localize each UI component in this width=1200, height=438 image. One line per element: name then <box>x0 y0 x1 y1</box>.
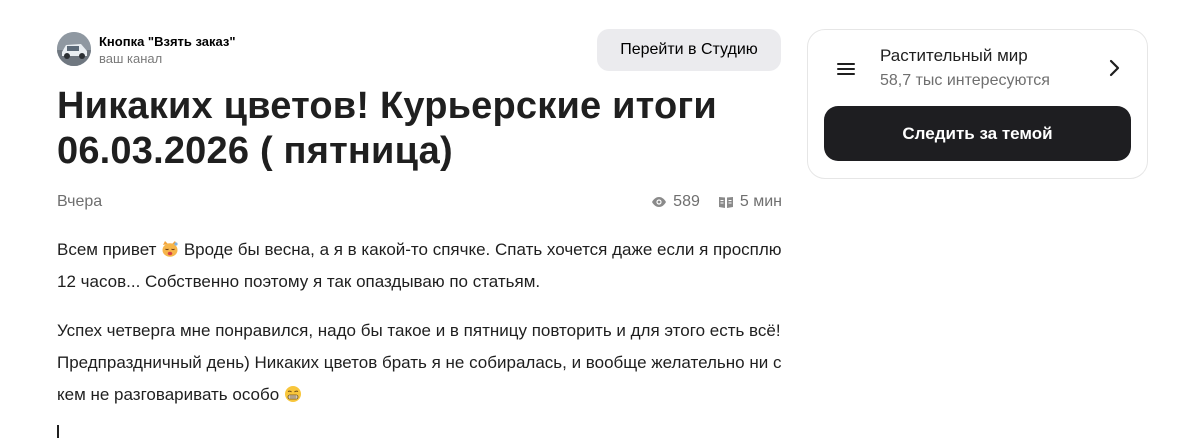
read-time: 5 мин <box>739 193 782 210</box>
book-icon <box>718 194 734 210</box>
paragraph-text: Всем привет <box>57 240 162 259</box>
channel-header: Кнопка "Взять заказ" ваш канал Перейти в… <box>57 29 782 72</box>
menu-icon <box>836 59 856 79</box>
channel-name[interactable]: Кнопка "Взять заказ" <box>99 34 236 49</box>
page: Кнопка "Взять заказ" ваш канал Перейти в… <box>0 0 1200 438</box>
text-cursor <box>57 425 59 438</box>
topic-title[interactable]: Растительный мир <box>880 46 1028 66</box>
views-count: 589 <box>673 193 700 210</box>
publish-date: Вчера <box>57 193 103 210</box>
article-title: Никаких цветов! Курьерские итоги 06.03.2… <box>57 85 717 172</box>
topic-card: Растительный мир 58,7 тыс интересуются С… <box>807 29 1148 179</box>
go-to-studio-button[interactable]: Перейти в Студию <box>597 29 781 71</box>
paragraph-text: Успех четверга мне понравился, надо бы т… <box>57 321 782 404</box>
avatar-image <box>57 32 91 66</box>
article-stats: 589 5 мин <box>651 193 782 211</box>
article-body: Всем привет Вроде бы весна, а я в какой-… <box>57 234 782 428</box>
eye-icon <box>651 194 667 210</box>
article-meta: Вчера 589 5 мин <box>57 192 782 214</box>
follow-topic-button[interactable]: Следить за темой <box>824 106 1131 161</box>
topic-followers: 58,7 тыс интересуются <box>880 72 1050 89</box>
channel-avatar[interactable] <box>57 32 91 66</box>
paragraph: Всем привет Вроде бы весна, а я в какой-… <box>57 234 782 298</box>
paragraph: Успех четверга мне понравился, надо бы т… <box>57 315 782 411</box>
chevron-right-icon[interactable] <box>1107 58 1123 78</box>
grimacing-face-emoji-icon <box>284 385 302 403</box>
channel-subtitle: ваш канал <box>99 51 163 66</box>
sleepy-cat-emoji-icon <box>161 240 179 258</box>
